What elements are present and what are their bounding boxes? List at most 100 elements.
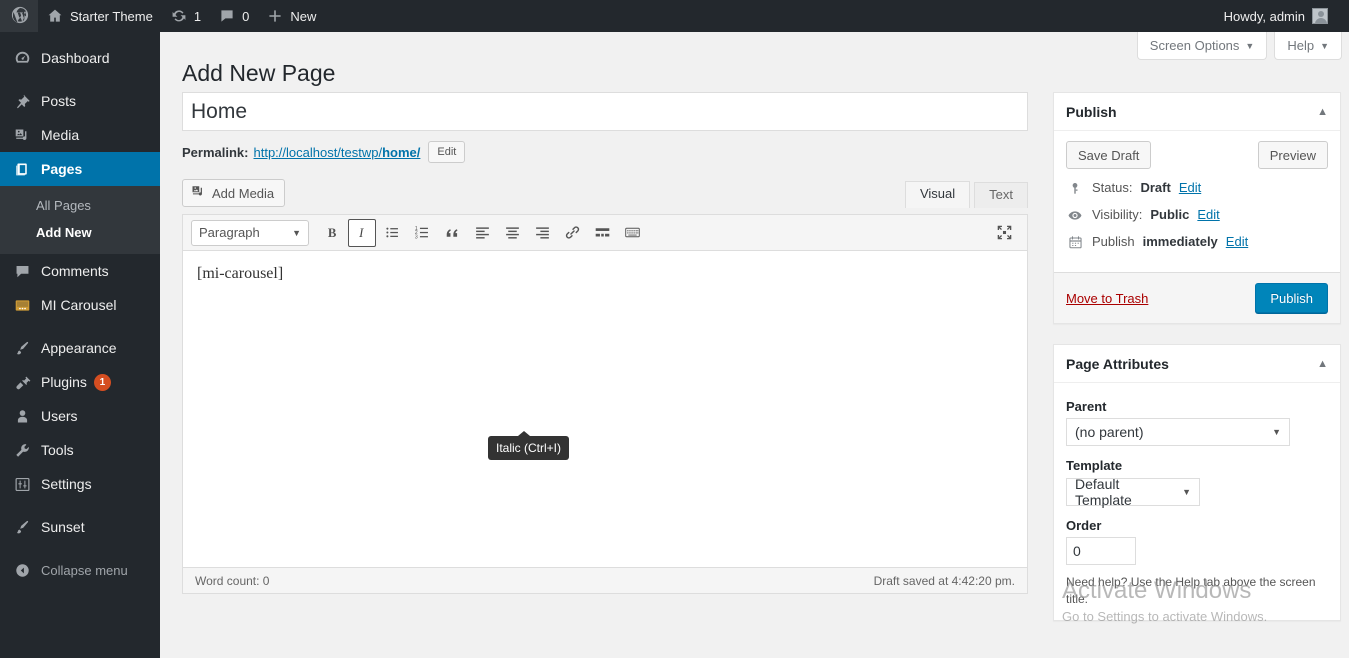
align-right-button[interactable] [528,219,556,247]
sidebar-item-users[interactable]: Users [0,399,160,433]
my-account-menu[interactable]: Howdy, admin [1215,0,1337,32]
sidebar-item-plugins[interactable]: Plugins 1 [0,365,160,399]
tab-text[interactable]: Text [974,182,1028,208]
schedule-label: Publish [1092,234,1135,249]
preview-button[interactable]: Preview [1257,141,1328,169]
parent-select[interactable]: (no parent) ▼ [1066,418,1290,446]
media-buttons-row: Add Media Visual Text [182,178,1028,208]
parent-label: Parent [1066,399,1107,414]
sidebar-item-dashboard[interactable]: Dashboard [0,41,160,75]
chevron-down-icon: ▼ [1320,40,1329,51]
new-content-menu[interactable]: New [258,0,325,32]
numbered-list-button[interactable]: 123 [408,219,436,247]
toolbar-toggle-button[interactable] [618,219,646,247]
template-label: Template [1066,458,1123,473]
screen-options-label: Screen Options [1149,38,1240,53]
sidebar-item-collapse-menu[interactable]: Collapse menu [0,553,160,587]
sidebar-item-label: Dashboard [41,50,110,66]
sidebar-item-settings[interactable]: Settings [0,467,160,501]
screen-options-button[interactable]: Screen Options ▼ [1136,32,1268,60]
pin-key-icon [1066,181,1084,196]
blockquote-button[interactable] [438,219,466,247]
template-select-value: Default Template [1075,476,1132,508]
plugins-update-badge: 1 [93,373,111,391]
admin-bar: Starter Theme 1 0 New Howdy, admin [0,0,1349,32]
sidebar-item-label: Appearance [41,340,117,356]
edit-status-link[interactable]: Edit [1179,179,1201,197]
wrench-icon [12,440,32,460]
template-select[interactable]: Default Template ▼ [1066,476,1200,508]
sidebar-item-all-pages[interactable]: All Pages [0,192,160,219]
pages-submenu: All Pages Add New [0,186,160,254]
menu-spacer [0,75,160,84]
carousel-icon [12,295,32,315]
sidebar-item-label: MI Carousel [41,297,117,313]
help-button[interactable]: Help ▼ [1274,32,1342,60]
major-publishing-actions: Move to Trash Publish [1054,272,1340,323]
plug-icon [12,372,32,392]
sidebar-item-pages[interactable]: Pages [0,152,168,186]
post-title-input[interactable] [182,92,1028,131]
sidebar-item-label: Sunset [41,519,85,535]
add-media-button[interactable]: Add Media [182,179,286,207]
format-select[interactable]: Paragraph ▼ [191,219,309,246]
save-draft-button[interactable]: Save Draft [1066,141,1152,169]
sidebar-item-media[interactable]: Media [0,118,160,152]
move-to-trash-link[interactable]: Move to Trash [1066,291,1148,306]
schedule-value: immediately [1142,234,1218,249]
parent-select-value: (no parent) [1075,424,1144,440]
editor-content-area[interactable]: [mi-carousel] [183,251,1027,567]
edit-visibility-link[interactable]: Edit [1197,206,1219,224]
editor-status-bar: Word count: 0 Draft saved at 4:42:20 pm. [183,567,1027,593]
sidebar-item-mi-carousel[interactable]: MI Carousel [0,288,160,322]
align-center-button[interactable] [498,219,526,247]
insert-link-button[interactable] [558,219,586,247]
bulleted-list-button[interactable] [378,219,406,247]
publish-metabox-body: Save Draft Preview Status: Draft Edit Vi… [1054,131,1340,272]
permalink-base: http://localhost/testwp/ [253,144,383,160]
updates-menu[interactable]: 1 [162,0,210,32]
format-select-value: Paragraph [199,225,260,240]
page-attributes-help-note: Need help? Use the Help tab above the sc… [1066,575,1316,606]
menu-spacer [0,544,160,553]
publish-metabox-title: Publish [1066,103,1117,120]
chevron-up-icon[interactable]: ▲ [1317,358,1328,370]
sidebar-item-sunset[interactable]: Sunset [0,510,160,544]
sidebar-item-tools[interactable]: Tools [0,433,160,467]
menu-spacer [0,32,160,41]
sidebar-item-appearance[interactable]: Appearance [0,331,160,365]
publish-button[interactable]: Publish [1255,283,1328,313]
sidebar-item-label: Pages [41,161,83,177]
distraction-free-icon[interactable] [990,219,1018,247]
sliders-icon [12,474,32,494]
align-left-button[interactable] [468,219,496,247]
sidebar-item-label: Tools [41,442,74,458]
sidebar-item-add-new[interactable]: Add New [0,219,160,246]
main-content-area: Screen Options ▼ Help ▼ Add New Page Per… [160,32,1349,658]
wordpress-logo-icon [11,6,29,27]
comments-menu[interactable]: 0 [210,0,258,32]
edit-schedule-link[interactable]: Edit [1226,233,1248,251]
site-name-menu[interactable]: Starter Theme [38,0,162,32]
chevron-up-icon[interactable]: ▲ [1317,106,1328,118]
editor-mode-tabs: Visual Text [901,178,1028,208]
wordpress-logo-menu[interactable] [0,0,38,32]
visibility-value: Public [1150,207,1190,222]
tab-visual[interactable]: Visual [904,181,971,208]
italic-button[interactable]: I [348,218,376,247]
sidebar-item-label: Settings [41,476,92,492]
chevron-down-icon: ▼ [1245,40,1255,51]
sidebar-item-comments[interactable]: Comments [0,254,160,288]
site-name-label: Starter Theme [70,8,153,24]
sidebar-item-posts[interactable]: Posts [0,84,160,118]
avatar [1312,8,1328,24]
edit-permalink-button[interactable]: Edit [428,141,466,163]
editor-paragraph: [mi-carousel] [197,265,284,282]
order-input[interactable] [1066,537,1136,565]
sidebar-item-label: Comments [41,263,109,279]
bold-button[interactable]: B [318,219,346,247]
permalink-link[interactable]: http://localhost/testwp/home/ [253,145,420,160]
sidebar-item-label: Collapse menu [41,562,128,578]
comment-bubble-icon [12,261,32,281]
read-more-button[interactable] [588,219,616,247]
